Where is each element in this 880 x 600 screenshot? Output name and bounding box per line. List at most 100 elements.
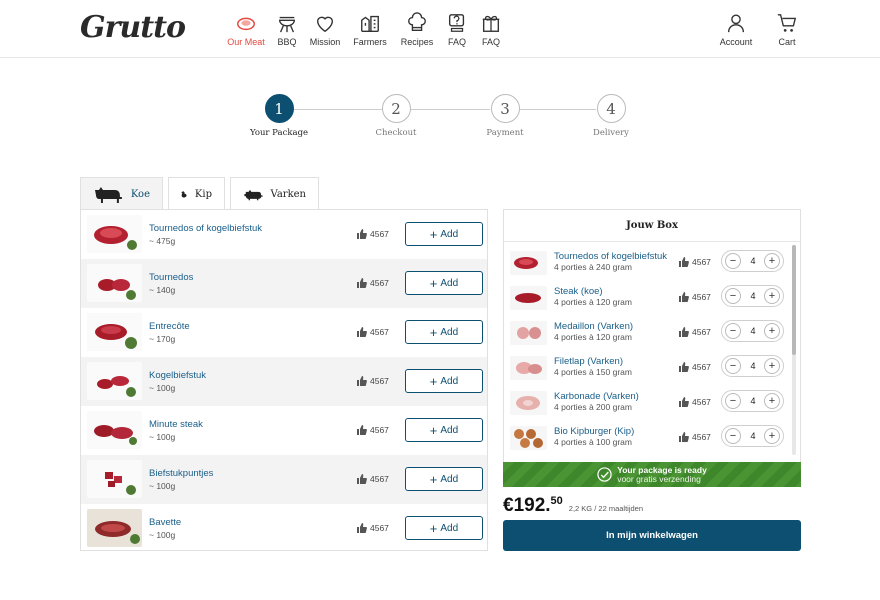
product-image bbox=[87, 460, 142, 498]
step-checkout[interactable]: 2 Checkout bbox=[346, 94, 446, 138]
nav-item-farmers[interactable]: Farmers bbox=[346, 12, 394, 47]
decrease-button[interactable]: − bbox=[725, 358, 741, 374]
increase-button[interactable]: + bbox=[764, 323, 780, 339]
step-your-package[interactable]: 1 Your Package bbox=[229, 94, 329, 138]
quantity-value: 4 bbox=[750, 291, 756, 301]
box-item-likes: 4567 bbox=[679, 292, 711, 302]
increase-button[interactable]: + bbox=[764, 253, 780, 269]
add-product-button[interactable]: + Add bbox=[405, 222, 483, 246]
product-name[interactable]: Biefstukpuntjes bbox=[149, 468, 213, 479]
add-product-button[interactable]: + Add bbox=[405, 418, 483, 442]
product-name[interactable]: Minute steak bbox=[149, 419, 203, 430]
product-name[interactable]: Tournedos bbox=[149, 272, 193, 283]
box-item-name[interactable]: Steak (koe) bbox=[554, 286, 603, 297]
decrease-button[interactable]: − bbox=[725, 288, 741, 304]
decrease-button[interactable]: − bbox=[725, 323, 741, 339]
add-product-button[interactable]: + Add bbox=[405, 369, 483, 393]
product-likes: 4567 bbox=[357, 523, 389, 533]
product-image bbox=[87, 313, 142, 351]
package-ready-banner: Your package is ready voor gratis verzen… bbox=[503, 462, 801, 487]
box-item-image bbox=[510, 391, 547, 415]
tab-kip[interactable]: Kip bbox=[168, 177, 225, 210]
box-item-name[interactable]: Bio Kipburger (Kip) bbox=[554, 426, 634, 437]
product-row: Tournedos of kogelbiefstuk ~ 475g 4567 +… bbox=[81, 210, 487, 259]
product-likes: 4567 bbox=[357, 425, 389, 435]
tab-koe[interactable]: Koe bbox=[80, 177, 163, 210]
box-scrollbar-thumb[interactable] bbox=[792, 245, 796, 355]
add-to-cart-button[interactable]: In mijn winkelwagen bbox=[503, 520, 801, 551]
nav-item-cart[interactable]: Cart bbox=[772, 12, 802, 47]
box-item-image bbox=[510, 356, 547, 380]
add-product-button[interactable]: + Add bbox=[405, 320, 483, 344]
step-payment[interactable]: 3 Payment bbox=[455, 94, 555, 138]
thumbs-up-icon bbox=[357, 376, 367, 386]
product-name[interactable]: Tournedos of kogelbiefstuk bbox=[149, 223, 262, 234]
nav-item-recipes[interactable]: Recipes bbox=[394, 12, 440, 47]
product-likes: 4567 bbox=[357, 229, 389, 239]
package-meta: 2,2 KG / 22 maaltijden bbox=[568, 504, 644, 513]
box-item-name[interactable]: Tournedos of kogelbiefstuk bbox=[554, 251, 667, 262]
quantity-stepper: − 4 + bbox=[721, 390, 784, 412]
box-item-image bbox=[510, 321, 547, 345]
product-name[interactable]: Kogelbiefstuk bbox=[149, 370, 206, 381]
product-weight: ~ 475g bbox=[149, 236, 176, 246]
product-weight: ~ 100g bbox=[149, 481, 176, 491]
box-item: Medaillon (Varken) 4 porties à 120 gram … bbox=[504, 317, 794, 352]
price-main: €192. bbox=[503, 495, 551, 516]
nav-item-faq-gift[interactable]: FAQ bbox=[474, 12, 508, 47]
product-row: Bavette ~ 100g 4567 + Add bbox=[81, 504, 487, 553]
heart-icon bbox=[316, 16, 334, 33]
box-item-likes: 4567 bbox=[679, 432, 711, 442]
nav-item-mission[interactable]: Mission bbox=[304, 12, 346, 47]
box-item-image bbox=[510, 286, 547, 310]
box-item-name[interactable]: Filetlap (Varken) bbox=[554, 356, 623, 367]
add-product-button[interactable]: + Add bbox=[405, 271, 483, 295]
grill-icon bbox=[278, 16, 296, 33]
product-row: Minute steak ~ 100g 4567 + Add bbox=[81, 406, 487, 455]
increase-button[interactable]: + bbox=[764, 288, 780, 304]
tab-varken[interactable]: Varken bbox=[230, 177, 319, 210]
thumbs-up-icon bbox=[357, 327, 367, 337]
step-delivery[interactable]: 4 Delivery bbox=[561, 94, 661, 138]
decrease-button[interactable]: − bbox=[725, 393, 741, 409]
nav-item-our-meat[interactable]: Our Meat bbox=[222, 12, 270, 47]
nav-item-faq[interactable]: FAQ bbox=[440, 12, 474, 47]
box-item-portions: 4 porties à 200 gram bbox=[554, 402, 632, 412]
account-nav: Account Cart bbox=[714, 12, 802, 47]
plus-icon: + bbox=[429, 471, 438, 487]
box-item-name[interactable]: Medaillon (Varken) bbox=[554, 321, 633, 332]
box-item-image bbox=[510, 251, 547, 275]
product-name[interactable]: Entrecôte bbox=[149, 321, 190, 332]
nav-item-bbq[interactable]: BBQ bbox=[270, 12, 304, 47]
product-image bbox=[87, 264, 142, 302]
product-weight: ~ 170g bbox=[149, 334, 176, 344]
increase-button[interactable]: + bbox=[764, 358, 780, 374]
step-label: Delivery bbox=[593, 128, 629, 138]
box-item-name[interactable]: Karbonade (Varken) bbox=[554, 391, 639, 402]
product-row: Tournedos ~ 140g 4567 + Add bbox=[81, 259, 487, 308]
add-product-button[interactable]: + Add bbox=[405, 467, 483, 491]
product-row: Kogelbiefstuk ~ 100g 4567 + Add bbox=[81, 357, 487, 406]
farm-icon bbox=[361, 15, 379, 32]
total-price: €192. 50 2,2 KG / 22 maaltijden bbox=[503, 495, 643, 517]
add-product-button[interactable]: + Add bbox=[405, 516, 483, 540]
quantity-stepper: − 4 + bbox=[721, 320, 784, 342]
thumbs-up-icon bbox=[679, 257, 689, 267]
box-item-likes: 4567 bbox=[679, 257, 711, 267]
box-item: Filetlap (Varken) 4 porties à 150 gram 4… bbox=[504, 352, 794, 387]
thumbs-up-icon bbox=[679, 362, 689, 372]
decrease-button[interactable]: − bbox=[725, 428, 741, 444]
product-name[interactable]: Bavette bbox=[149, 517, 181, 528]
plus-icon: + bbox=[429, 520, 438, 536]
plus-icon: + bbox=[429, 324, 438, 340]
nav-item-account[interactable]: Account bbox=[714, 12, 758, 47]
increase-button[interactable]: + bbox=[764, 393, 780, 409]
steak-icon bbox=[237, 17, 255, 31]
decrease-button[interactable]: − bbox=[725, 253, 741, 269]
product-row: Entrecôte ~ 170g 4567 + Add bbox=[81, 308, 487, 357]
step-number: 3 bbox=[490, 94, 520, 123]
brand-logo[interactable]: Grutto bbox=[80, 10, 186, 45]
increase-button[interactable]: + bbox=[764, 428, 780, 444]
thumbs-up-icon bbox=[357, 229, 367, 239]
thumbs-up-icon bbox=[679, 432, 689, 442]
